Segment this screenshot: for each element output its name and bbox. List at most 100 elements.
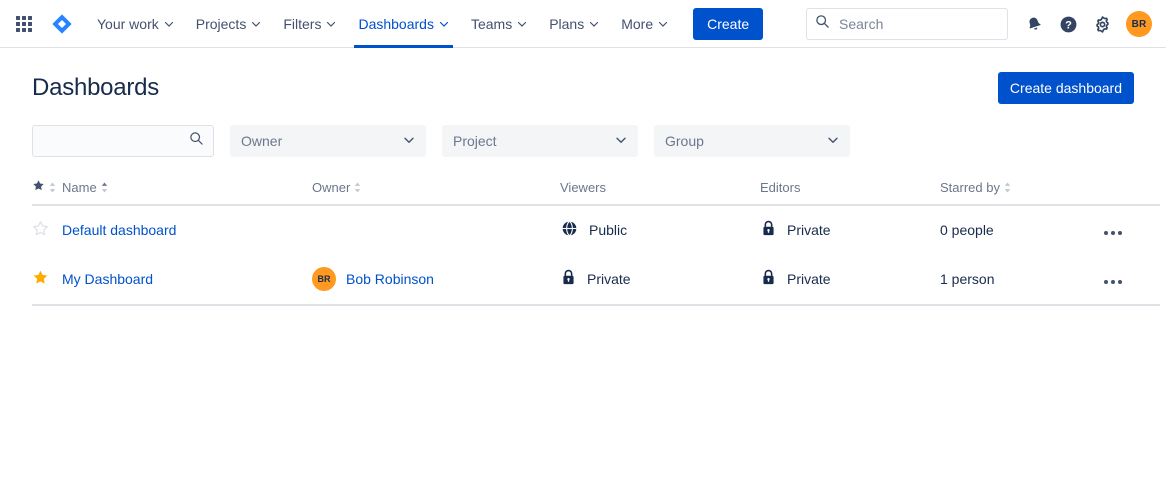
filter-bar: Owner Project Group (32, 125, 1134, 157)
chevron-down-icon (403, 133, 415, 149)
top-navigation-bar: Your work Projects Filters Dashboards Te (0, 0, 1166, 48)
column-header-starred-by[interactable]: Starred by (940, 179, 1100, 206)
nav-item-teams[interactable]: Teams (460, 0, 538, 48)
project-filter-label: Project (453, 133, 497, 149)
column-header-name-label: Name (62, 180, 97, 195)
apps-grid-icon[interactable] (8, 8, 40, 40)
star-icon (32, 179, 45, 195)
nav-left-group: Your work Projects Filters Dashboards Te (0, 0, 764, 48)
viewers-value: Public (589, 222, 628, 238)
nav-item-label: Filters (283, 15, 322, 32)
owner-filter-dropdown[interactable]: Owner (230, 125, 426, 157)
row-name-cell: My Dashboard (62, 254, 312, 306)
nav-item-dashboards[interactable]: Dashboards (347, 0, 460, 48)
dashboard-search-box[interactable] (32, 125, 214, 157)
row-actions-cell (1100, 254, 1160, 306)
project-filter-dropdown[interactable]: Project (442, 125, 638, 157)
search-icon (815, 14, 830, 34)
nav-item-your-work[interactable]: Your work (86, 0, 185, 48)
table-row: Default dashboard Public Private 0 peopl… (32, 205, 1160, 254)
chevron-down-icon (517, 19, 527, 29)
chevron-down-icon (251, 19, 261, 29)
owner-avatar: BR (312, 267, 336, 291)
row-name-cell: Default dashboard (62, 205, 312, 254)
star-filled-icon[interactable] (32, 269, 49, 286)
star-outline-icon[interactable] (32, 220, 49, 237)
column-header-starred-by-label: Starred by (940, 180, 1000, 195)
page-header: Dashboards Create dashboard (32, 48, 1134, 104)
chevron-down-icon (439, 19, 449, 29)
column-header-star[interactable] (32, 179, 62, 206)
table-body: Default dashboard Public Private 0 peopl… (32, 205, 1160, 306)
column-header-editors: Editors (760, 179, 940, 206)
group-filter-dropdown[interactable]: Group (654, 125, 850, 157)
lock-icon (760, 219, 777, 241)
row-editors-cell: Private (760, 205, 940, 254)
table-row: My Dashboard BR Bob Robinson Private Pri… (32, 254, 1160, 306)
owner-name-link[interactable]: Bob Robinson (346, 271, 434, 287)
dashboard-name-link[interactable]: My Dashboard (62, 271, 153, 287)
owner-filter-label: Owner (241, 133, 283, 149)
svg-text:?: ? (1065, 19, 1072, 31)
global-search-box[interactable] (806, 8, 1008, 40)
chevron-down-icon (589, 19, 599, 29)
nav-item-label: Your work (97, 15, 159, 32)
create-dashboard-button[interactable]: Create dashboard (997, 72, 1134, 104)
nav-item-label: Plans (549, 15, 585, 32)
lock-icon (760, 268, 777, 290)
nav-right-group: ? BR (806, 0, 1152, 48)
nav-item-filters[interactable]: Filters (272, 0, 347, 48)
editors-value: Private (787, 222, 831, 238)
sort-arrows-icon (48, 181, 57, 194)
row-viewers-cell: Private (560, 254, 760, 306)
dashboard-name-link[interactable]: Default dashboard (62, 222, 176, 238)
chevron-down-icon (658, 19, 668, 29)
column-header-name[interactable]: Name (62, 179, 312, 206)
nav-item-label: Dashboards (358, 15, 434, 32)
lock-icon (560, 268, 577, 290)
chevron-down-icon (326, 19, 336, 29)
table-header: Name Owner Viewers Editors Starred by (32, 179, 1160, 206)
nav-item-plans[interactable]: Plans (538, 0, 610, 48)
nav-item-label: More (621, 15, 654, 32)
row-starred-by-cell: 0 people (940, 222, 994, 238)
row-star-cell (32, 205, 62, 254)
row-owner-cell: BR Bob Robinson (312, 254, 560, 306)
bell-icon[interactable] (1018, 8, 1050, 40)
row-starred-by-cell: 1 person (940, 254, 1100, 306)
chevron-down-icon (615, 133, 627, 149)
column-header-actions (1100, 179, 1160, 206)
sort-arrows-icon (353, 181, 362, 194)
column-header-viewers: Viewers (560, 179, 760, 206)
avatar[interactable]: BR (1126, 11, 1152, 37)
page-content: Dashboards Create dashboard Owner Projec… (0, 48, 1166, 306)
row-viewers-cell: Public (560, 205, 760, 254)
row-owner-cell (312, 205, 560, 254)
nav-item-more[interactable]: More (610, 0, 679, 48)
sort-ascending-icon (100, 181, 109, 194)
dashboards-table: Name Owner Viewers Editors Starred by De… (32, 179, 1160, 306)
nav-item-label: Teams (470, 15, 513, 32)
viewers-value: Private (587, 271, 631, 287)
jira-logo-icon[interactable] (46, 8, 78, 40)
row-actions-cell (1100, 205, 1160, 254)
row-editors-cell: Private (760, 254, 940, 306)
nav-item-projects[interactable]: Projects (185, 0, 273, 48)
chevron-down-icon (827, 133, 839, 149)
row-star-cell (32, 254, 62, 306)
gear-icon[interactable] (1086, 8, 1118, 40)
create-button[interactable]: Create (693, 7, 764, 40)
dashboard-search-input[interactable] (42, 132, 189, 150)
more-options-icon[interactable] (1100, 227, 1126, 239)
column-header-viewers-label: Viewers (560, 180, 607, 195)
sort-arrows-icon (1003, 181, 1012, 194)
globe-icon (560, 219, 579, 241)
nav-item-label: Projects (195, 15, 247, 32)
more-options-icon[interactable] (1100, 276, 1126, 288)
help-icon[interactable]: ? (1052, 8, 1084, 40)
page-title: Dashboards (32, 74, 160, 101)
editors-value: Private (787, 271, 831, 287)
column-header-owner[interactable]: Owner (312, 179, 560, 206)
search-input[interactable] (837, 15, 999, 33)
column-header-editors-label: Editors (760, 180, 801, 195)
